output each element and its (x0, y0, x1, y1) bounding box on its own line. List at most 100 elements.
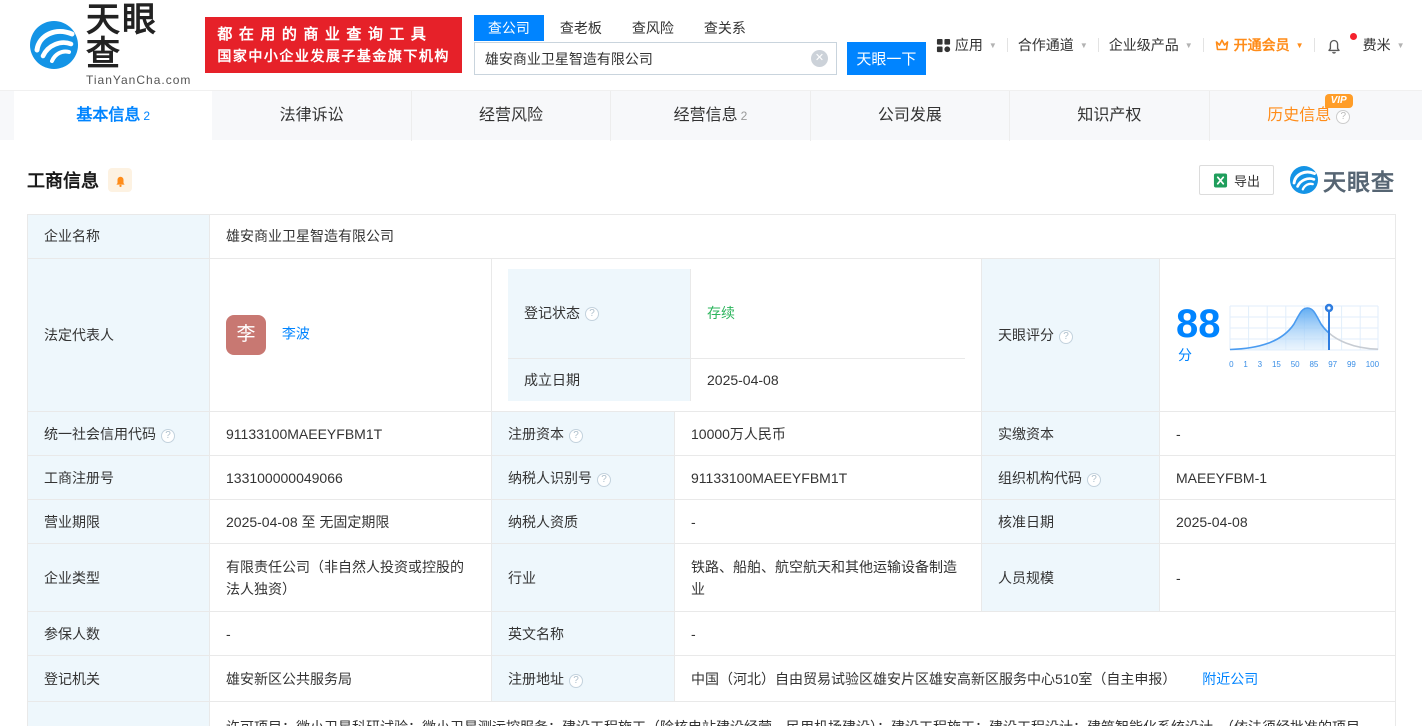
logo-swirl-icon (30, 21, 78, 69)
page-tabstrip: 基本信息2 法律诉讼 经营风险 经营信息2 公司发展 知识产权 VIP 历史信息… (0, 90, 1422, 140)
address-label: 注册地址? (492, 656, 675, 702)
search-tab-risk[interactable]: 查风险 (618, 15, 688, 41)
table-row: 企业类型 有限责任公司（非自然人投资或控股的法人独资） 行业 铁路、船舶、航空航… (28, 544, 1396, 612)
score-distribution-chart: 0131550859799100 (1229, 302, 1379, 369)
axis-tick: 3 (1258, 361, 1262, 369)
clear-search-icon[interactable]: ✕ (811, 50, 828, 67)
search-area: 查公司 查老板 查风险 查关系 ✕ 天眼一下 (474, 15, 926, 75)
tab-count: 2 (741, 109, 748, 123)
help-icon[interactable]: ? (1336, 110, 1350, 124)
legal-rep-link[interactable]: 李波 (282, 326, 310, 342)
paid-capital-label: 实缴资本 (982, 412, 1160, 456)
bell-icon (1325, 36, 1343, 54)
nav-enterprise[interactable]: 企业级产品 ▼ (1099, 35, 1203, 55)
nearby-companies-link[interactable]: 附近公司 (1202, 671, 1258, 687)
score-cell[interactable]: 88分 (1160, 259, 1396, 412)
company-type-value: 有限责任公司（非自然人投资或控股的法人独资） (210, 544, 492, 612)
nav-enterprise-label: 企业级产品 (1109, 35, 1179, 55)
notification-dot (1350, 33, 1357, 40)
excel-icon (1213, 173, 1228, 188)
legal-rep-label: 法定代表人 (28, 259, 210, 412)
axis-tick: 99 (1347, 361, 1356, 369)
tab-legal[interactable]: 法律诉讼 (212, 91, 410, 141)
nav-apps-label: 应用 (955, 35, 983, 55)
search-button[interactable]: 天眼一下 (847, 42, 926, 75)
nav-user-label: 费米 (1363, 35, 1391, 55)
tab-company-development[interactable]: 公司发展 (810, 91, 1009, 141)
slogan-line2: 国家中小企业发展子基金旗下机构 (217, 46, 450, 66)
table-row: 企业名称 雄安商业卫星智造有限公司 (28, 215, 1396, 259)
slogan-line1: 都在用的商业查询工具 (217, 24, 450, 46)
subscribe-bell-icon[interactable] (108, 168, 132, 192)
uscc-value: 91133100MAEEYFBM1T (210, 412, 492, 456)
search-input[interactable] (474, 42, 837, 75)
tab-label: 经营风险 (479, 107, 543, 124)
est-date-label: 成立日期 (508, 359, 691, 401)
business-scope-label: 经营范围? (28, 702, 210, 726)
industry-value: 铁路、船舶、航空航天和其他运输设备制造业 (675, 544, 982, 612)
search-tab-relation[interactable]: 查关系 (690, 15, 760, 41)
tab-basic-info[interactable]: 基本信息2 (14, 91, 212, 141)
tianyancha-logo[interactable]: 天眼查 TianYanCha.com (30, 3, 191, 87)
nav-apps[interactable]: 应用 ▼ (926, 35, 1007, 55)
chevron-down-icon: ▼ (1397, 41, 1405, 50)
axis-tick: 100 (1366, 361, 1379, 369)
search-tab-company[interactable]: 查公司 (474, 15, 544, 41)
slogan-banner: 都在用的商业查询工具 国家中小企业发展子基金旗下机构 (205, 17, 462, 73)
chevron-down-icon: ▼ (1296, 41, 1304, 50)
score-value: 88分 (1176, 304, 1221, 366)
taxpayer-id-value: 91133100MAEEYFBM1T (675, 456, 982, 500)
taxpayer-id-label: 纳税人识别号? (492, 456, 675, 500)
help-icon[interactable]: ? (161, 429, 175, 443)
table-row: 经营范围? 许可项目：微小卫星科研试验；微小卫星测运控服务；建设工程施工（除核电… (28, 702, 1396, 726)
org-code-label: 组织机构代码? (982, 456, 1160, 500)
nav-partner[interactable]: 合作通道 ▼ (1008, 35, 1098, 55)
reg-capital-value: 10000万人民币 (675, 412, 982, 456)
tab-label: 经营信息 (674, 107, 738, 124)
approval-date-value: 2025-04-08 (1160, 500, 1396, 544)
help-icon[interactable]: ? (585, 307, 599, 321)
logo-domain: TianYanCha.com (86, 73, 191, 87)
nav-vip[interactable]: 开通会员 ▼ (1204, 35, 1314, 55)
watermark-text: 天眼查 (1323, 163, 1395, 197)
help-icon[interactable]: ? (597, 473, 611, 487)
reg-capital-label: 注册资本? (492, 412, 675, 456)
legal-rep-cell: 李 李波 (210, 259, 492, 412)
help-icon[interactable]: ? (1087, 473, 1101, 487)
tab-history-info[interactable]: VIP 历史信息? (1209, 91, 1408, 141)
status-date-nested-cell: 登记状态? 存续 成立日期 2025-04-08 (492, 259, 982, 412)
est-date-value: 2025-04-08 (691, 359, 965, 401)
tab-intellectual-property[interactable]: 知识产权 (1009, 91, 1208, 141)
nav-notifications[interactable] (1315, 36, 1353, 54)
avatar[interactable]: 李 (226, 315, 266, 355)
taxpayer-quality-value: - (675, 500, 982, 544)
search-tab-boss[interactable]: 查老板 (546, 15, 616, 41)
tab-label: 公司发展 (878, 107, 942, 124)
reg-authority-label: 登记机关 (28, 656, 210, 702)
business-info-table: 企业名称 雄安商业卫星智造有限公司 法定代表人 李 李波 登记状态? 存续 成立… (27, 214, 1396, 726)
tab-label: 历史信息 (1267, 107, 1331, 124)
help-icon[interactable]: ? (569, 674, 583, 688)
help-icon[interactable]: ? (569, 429, 583, 443)
tab-operating-risk[interactable]: 经营风险 (411, 91, 610, 141)
help-icon[interactable]: ? (1059, 330, 1073, 344)
table-row: 参保人数 - 英文名称 - (28, 612, 1396, 656)
logo-text: 天眼查 TianYanCha.com (86, 3, 191, 87)
table-row: 工商注册号 133100000049066 纳税人识别号? 91133100MA… (28, 456, 1396, 500)
watermark-swirl-icon (1290, 166, 1318, 194)
english-name-value: - (675, 612, 1396, 656)
address-cell: 中国（河北）自由贸易试验区雄安片区雄安高新区服务中心510室（自主申报） 附近公… (675, 656, 1396, 702)
section-header: 工商信息 导出 天眼查 (27, 140, 1395, 197)
score-label: 天眼评分? (982, 259, 1160, 412)
axis-tick: 85 (1309, 361, 1318, 369)
search-tabs: 查公司 查老板 查风险 查关系 (474, 15, 926, 41)
insured-value: - (210, 612, 492, 656)
apps-grid-icon (936, 38, 951, 53)
header: 天眼查 TianYanCha.com 都在用的商业查询工具 国家中小企业发展子基… (0, 0, 1422, 90)
vip-badge: VIP (1325, 94, 1353, 108)
nav-user[interactable]: 费米 ▼ (1353, 35, 1415, 55)
chevron-down-icon: ▼ (1080, 41, 1088, 50)
export-button[interactable]: 导出 (1199, 165, 1274, 195)
tab-business-info[interactable]: 经营信息2 (610, 91, 809, 141)
table-row: 登记机关 雄安新区公共服务局 注册地址? 中国（河北）自由贸易试验区雄安片区雄安… (28, 656, 1396, 702)
